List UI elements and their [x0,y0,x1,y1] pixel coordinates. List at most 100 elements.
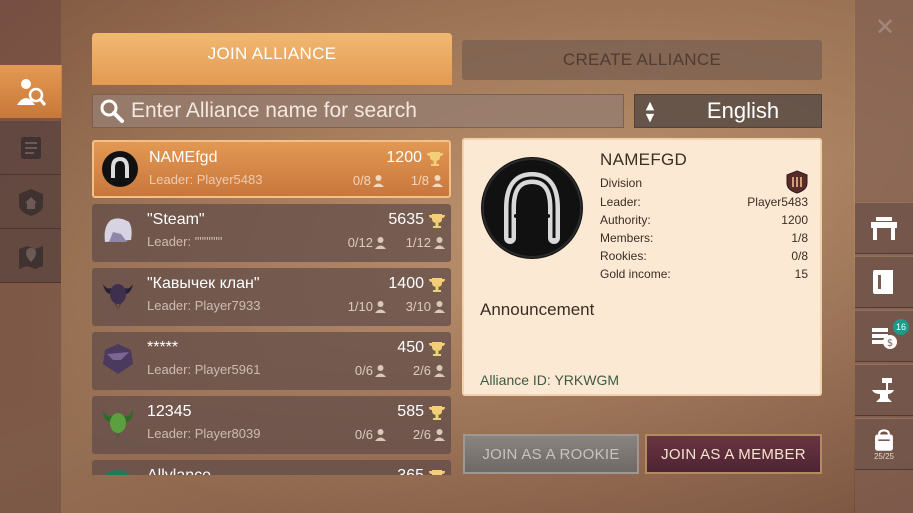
shield-house-icon [18,188,43,216]
member-icon [434,429,445,441]
right-tab-workbench[interactable] [855,202,913,254]
up-down-arrows-icon: ▲ ▼ [645,98,655,124]
division-label: Division [600,176,643,190]
alliance-rookies: 0/12 [347,235,373,250]
bull-emblem-icon [99,404,137,442]
horseshoe-emblem-icon [481,157,583,259]
rookie-icon [375,237,386,249]
members-label: Members: [600,231,654,245]
rookie-icon [375,301,386,313]
alliance-leader: Leader: Player5483 [149,172,263,187]
sidebar-tab-map[interactable] [0,229,61,283]
sidebar-tab-shield[interactable] [0,175,61,229]
journal-icon [873,270,893,294]
alliance-rookies: 1/10 [347,299,373,314]
alliance-name: ***** [147,339,179,356]
sidebar-tab-scroll[interactable] [0,121,61,175]
tab-join-alliance[interactable]: JOIN ALLIANCE [92,33,452,85]
tab-create-label: CREATE ALLIANCE [562,50,722,69]
alliance-row[interactable]: NAMEfgd Leader: Player5483 1200 0/8 1/8 [92,140,451,198]
horseshoe-emblem-icon [101,150,139,188]
alliance-detail-card: NAMEFGD Division Leader: Player5483 Auth… [462,138,822,396]
trophy-icon [429,278,445,292]
alliance-members: 1/12 [405,235,431,250]
alliance-score: 1200 [386,149,422,166]
members-value: 1/8 [791,231,808,245]
gold-income-value: 15 [794,267,808,281]
alliance-row[interactable]: "Steam" Leader: """""" 5635 0/12 1/12 [92,204,451,262]
gold-income-label: Gold income: [600,267,671,281]
authority-value: 1200 [781,213,808,227]
coins-badge: 16 [893,319,909,335]
trophy-icon [429,214,445,228]
search-bar [92,94,624,128]
alliance-row[interactable]: "Кавычек клан" Leader: Player7933 1400 1… [92,268,451,326]
join-as-member-button[interactable]: JOIN AS A MEMBER [645,434,822,474]
detail-alliance-name: NAMEFGD [600,150,688,169]
sidebar-tab-alliance-search[interactable] [0,65,62,119]
alliance-rookies: 0/6 [354,363,373,378]
alliance-members: 3/10 [405,299,431,314]
alliance-id: Alliance ID: YRKWGM [480,372,619,388]
alliance-leader: Leader: Player8039 [147,426,261,441]
alliance-list[interactable]: NAMEfgd Leader: Player5483 1200 0/8 1/8 … [92,138,452,475]
trophy-icon [429,342,445,356]
trophy-icon [427,152,443,166]
language-select[interactable]: ▲ ▼ English [634,94,822,128]
backpack-capacity: 25/25 [873,451,895,461]
member-icon [434,237,445,249]
bison-emblem-icon [99,276,137,314]
right-tab-backpack[interactable]: 25/25 [855,418,913,470]
alliance-score: 585 [397,403,424,420]
right-tab-journal[interactable] [855,256,913,308]
alliance-name: "Steam" [147,211,205,228]
alliance-name: "Кавычек клан" [147,275,260,292]
rookies-value: 0/8 [791,249,808,263]
alliance-rookies: 0/6 [354,427,373,442]
division-shield-icon [786,170,808,194]
alliance-leader: Leader: """""" [147,234,223,249]
svg-text:$: $ [887,338,893,349]
search-icon [100,99,124,123]
alliance-row[interactable]: 12345 Leader: Player8039 585 0/6 2/6 [92,396,451,454]
alliance-leader: Leader: Player7933 [147,298,261,313]
alliance-name: 12345 [147,403,192,420]
join-member-label: JOIN AS A MEMBER [661,445,806,463]
alliance-name: NAMEfgd [149,149,218,166]
language-value: English [706,98,780,123]
rookie-icon [375,365,386,377]
search-input[interactable] [131,99,611,123]
workbench-icon [871,217,897,240]
trophy-icon [429,470,445,475]
rookie-icon [375,429,386,441]
right-tab-anvil[interactable] [855,364,913,416]
leader-value: Player5483 [747,195,808,209]
leader-label: Leader: [600,195,641,209]
alliance-row[interactable]: Allylance 365 [92,460,451,475]
eagle-emblem-icon [99,340,137,378]
tab-create-alliance[interactable]: CREATE ALLIANCE [462,40,822,80]
green-emblem-icon [99,468,137,475]
alliance-score: 450 [397,339,424,356]
alliance-leader: Leader: Player5961 [147,362,261,377]
authority-label: Authority: [600,213,651,227]
alliance-name: Allylance [147,467,211,475]
tab-join-label: JOIN ALLIANCE [207,44,337,63]
right-tab-coins[interactable]: $ 16 [855,310,913,362]
alliance-score: 5635 [388,211,424,228]
rookies-label: Rookies: [600,249,647,263]
alliance-row[interactable]: ***** Leader: Player5961 450 0/6 2/6 [92,332,451,390]
alliance-score: 365 [397,467,424,475]
trophy-icon [429,406,445,420]
alliance-score: 1400 [388,275,424,292]
join-rookie-label: JOIN AS A ROOKIE [482,445,620,463]
rookie-icon [373,175,384,187]
alliance-rookies: 0/8 [352,173,371,188]
alliance-search-icon [17,78,47,106]
announcement-heading: Announcement [480,300,595,319]
alliance-members: 2/6 [412,427,431,442]
anvil-hammer-icon [872,378,894,402]
join-as-rookie-button[interactable]: JOIN AS A ROOKIE [463,434,639,474]
alliance-members: 2/6 [412,363,431,378]
alliance-members: 1/8 [410,173,429,188]
